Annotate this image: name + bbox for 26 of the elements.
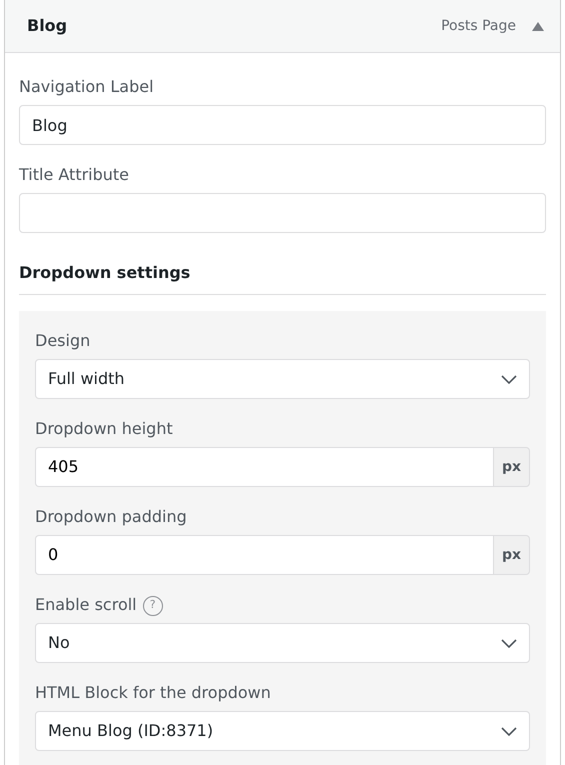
setting-label: Dropdown padding bbox=[35, 507, 187, 526]
select-field[interactable]: Full width bbox=[35, 359, 530, 399]
setting-label: Enable scroll bbox=[35, 595, 137, 614]
select-value: Menu Blog (ID:8371) bbox=[48, 720, 214, 742]
setting-label: Dropdown height bbox=[35, 419, 173, 438]
triangle-up-icon bbox=[532, 22, 544, 32]
field-label: Navigation Label bbox=[19, 76, 155, 98]
item-type: Posts Page bbox=[441, 16, 516, 36]
select-value: No bbox=[48, 632, 70, 654]
select-field[interactable]: No bbox=[35, 623, 530, 663]
chevron-down-icon bbox=[501, 374, 517, 384]
menu-item-title: Blog bbox=[27, 15, 68, 37]
unit-label: px bbox=[492, 535, 530, 575]
field-label: Title Attribute bbox=[19, 164, 130, 186]
select-field[interactable]: Menu Blog (ID:8371) bbox=[35, 711, 530, 751]
select-value: Full width bbox=[48, 368, 125, 390]
chevron-down-icon bbox=[501, 638, 517, 648]
text-field[interactable] bbox=[19, 193, 546, 233]
text-field[interactable]: Blog bbox=[19, 105, 546, 145]
chevron-down-icon bbox=[501, 726, 517, 736]
number-field[interactable]: 0 bbox=[35, 535, 493, 575]
setting-label: Design bbox=[35, 331, 90, 350]
number-field[interactable]: 405 bbox=[35, 447, 493, 487]
section-heading: Dropdown settings bbox=[19, 251, 546, 295]
setting-label: HTML Block for the dropdown bbox=[35, 683, 271, 702]
unit-label: px bbox=[492, 447, 530, 487]
